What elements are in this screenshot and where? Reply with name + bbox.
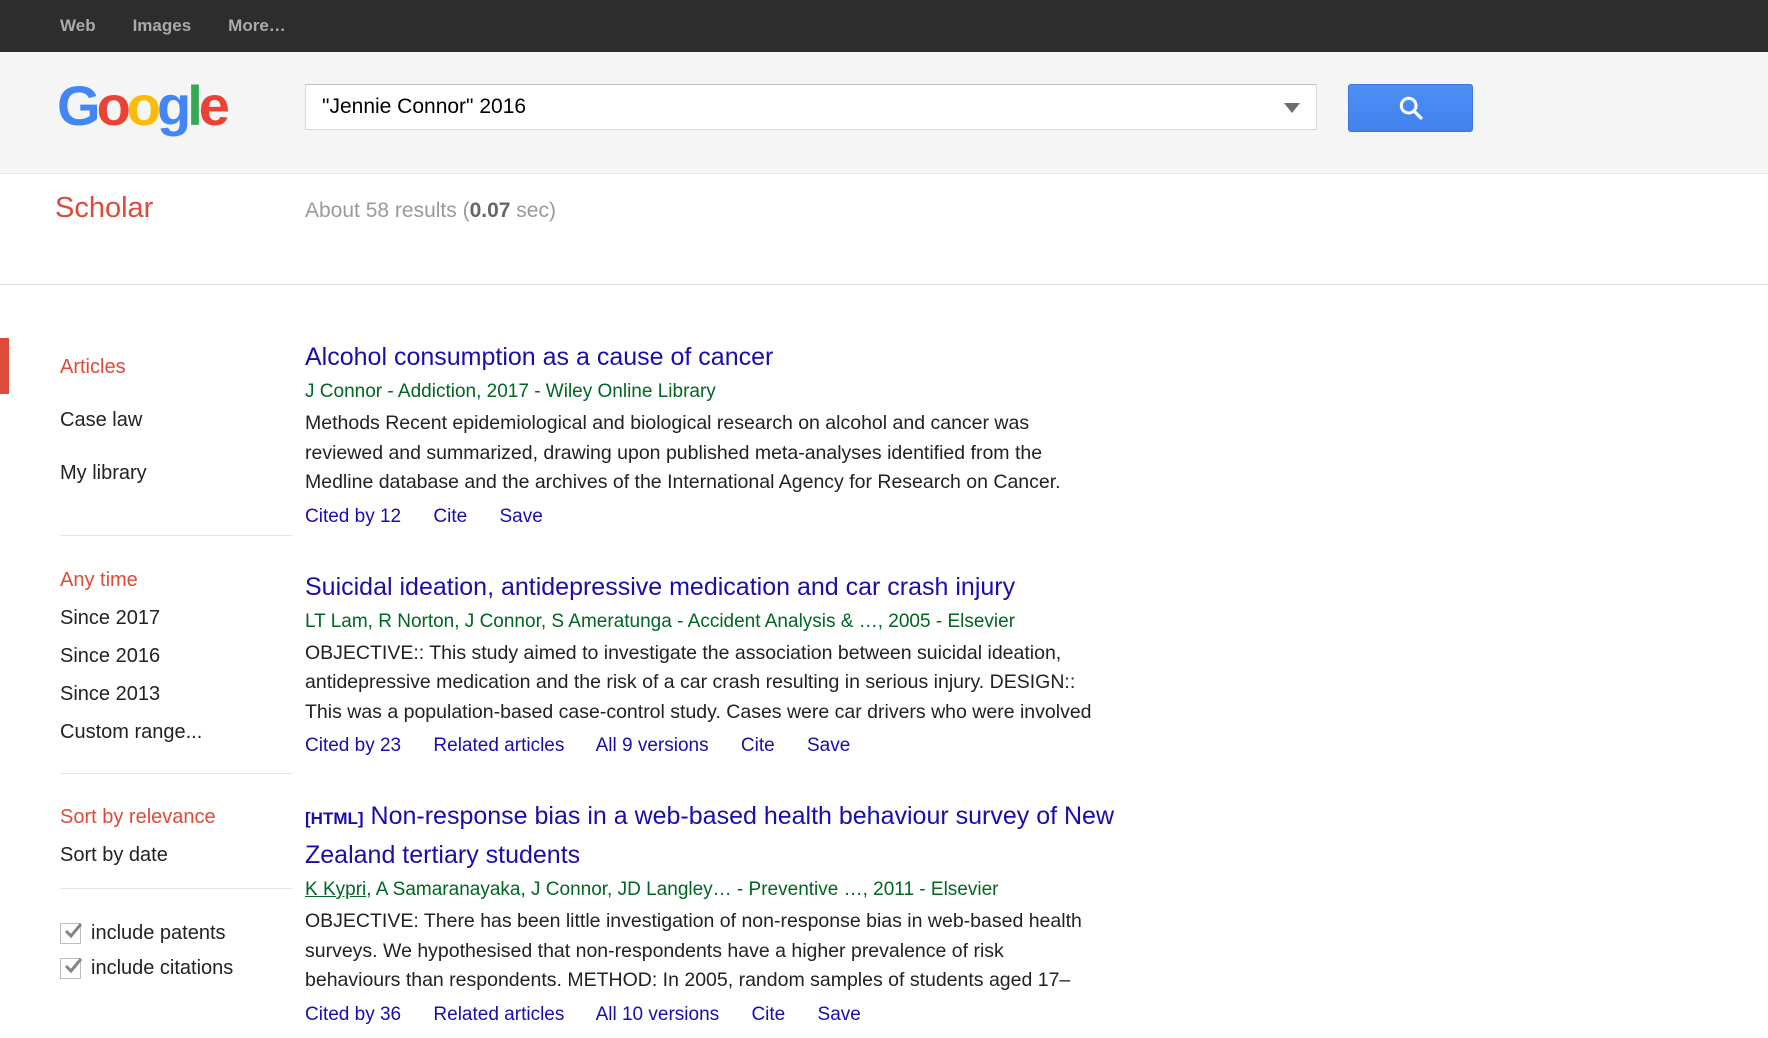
checkmark-icon — [62, 955, 84, 977]
save-link[interactable]: Save — [807, 735, 850, 756]
search-icon — [1397, 94, 1425, 122]
related-articles-link[interactable]: Related articles — [433, 735, 564, 756]
search-header: Google — [0, 52, 1768, 174]
all-versions-link[interactable]: All 9 versions — [596, 735, 709, 756]
sidebar-divider — [60, 773, 293, 774]
result-item: Alcohol consumption as a cause of cancer… — [305, 339, 1345, 529]
include-patents-label: include patents — [91, 922, 226, 945]
include-patents-checkbox[interactable] — [60, 923, 81, 944]
sort-by-relevance[interactable]: Sort by relevance — [60, 806, 305, 829]
include-citations-label: include citations — [91, 957, 233, 980]
top-navigation-bar: Web Images More… — [0, 0, 1768, 52]
all-versions-link[interactable]: All 10 versions — [596, 1004, 720, 1025]
include-patents-option[interactable]: include patents — [60, 922, 305, 945]
main-content: Articles Case law My library Any time Si… — [0, 285, 1768, 1038]
html-format-badge: [HTML] — [305, 809, 364, 828]
filter-since-2017[interactable]: Since 2017 — [60, 607, 305, 630]
google-logo[interactable]: Google — [57, 78, 226, 134]
include-citations-checkbox[interactable] — [60, 958, 81, 979]
filter-custom-range[interactable]: Custom range... — [60, 721, 305, 744]
cite-link[interactable]: Cite — [741, 735, 775, 756]
filter-since-2016[interactable]: Since 2016 — [60, 645, 305, 668]
result-actions: Cited by 23 Related articles All 9 versi… — [305, 734, 1345, 758]
sidebar-divider — [60, 535, 293, 536]
save-link[interactable]: Save — [499, 506, 542, 527]
result-actions: Cited by 12 Cite Save — [305, 505, 1345, 529]
search-input[interactable] — [305, 84, 1317, 130]
result-snippet: Methods Recent epidemiological and biolo… — [305, 409, 1345, 498]
results-list: Alcohol consumption as a cause of cancer… — [305, 285, 1345, 1038]
topnav-web[interactable]: Web — [60, 16, 96, 36]
search-dropdown-arrow-icon[interactable] — [1284, 103, 1300, 113]
sidebar-item-case-law[interactable]: Case law — [60, 409, 305, 432]
cited-by-link[interactable]: Cited by 12 — [305, 506, 401, 527]
result-snippet: OBJECTIVE:: This study aimed to investig… — [305, 639, 1345, 728]
checkmark-icon — [62, 920, 84, 942]
result-actions: Cited by 36 Related articles All 10 vers… — [305, 1003, 1345, 1027]
results-stats: About 58 results (0.07 sec) — [305, 199, 556, 223]
cited-by-link[interactable]: Cited by 36 — [305, 1004, 401, 1025]
result-authors-line: J Connor - Addiction, 2017 - Wiley Onlin… — [305, 380, 1345, 404]
result-title-link[interactable]: [HTML]Non-response bias in a web-based h… — [305, 798, 1345, 873]
cited-by-link[interactable]: Cited by 23 — [305, 735, 401, 756]
filter-any-time[interactable]: Any time — [60, 569, 305, 592]
active-filter-indicator — [0, 338, 9, 394]
result-authors-line: LT Lam, R Norton, J Connor, S Ameratunga… — [305, 610, 1345, 634]
sidebar-item-articles[interactable]: Articles — [60, 356, 305, 379]
scholar-brand-link[interactable]: Scholar — [55, 192, 153, 225]
result-authors-line: K Kypri, A Samaranayaka, J Connor, JD La… — [305, 878, 1345, 902]
results-header: Scholar About 58 results (0.07 sec) — [0, 174, 1768, 285]
topnav-images[interactable]: Images — [133, 16, 192, 36]
sort-by-date[interactable]: Sort by date — [60, 844, 305, 867]
sidebar-item-my-library[interactable]: My library — [60, 462, 305, 485]
cite-link[interactable]: Cite — [751, 1004, 785, 1025]
sidebar-divider — [60, 888, 293, 889]
result-item: Suicidal ideation, antidepressive medica… — [305, 569, 1345, 759]
topnav-more[interactable]: More… — [228, 16, 286, 36]
author-profile-link[interactable]: K Kypri — [305, 879, 366, 900]
save-link[interactable]: Save — [818, 1004, 861, 1025]
search-button[interactable] — [1348, 84, 1473, 132]
result-snippet: OBJECTIVE: There has been little investi… — [305, 907, 1345, 996]
result-title-link[interactable]: Alcohol consumption as a cause of cancer — [305, 339, 1345, 375]
result-item: [HTML]Non-response bias in a web-based h… — [305, 798, 1345, 1027]
related-articles-link[interactable]: Related articles — [433, 1004, 564, 1025]
sidebar-filters: Articles Case law My library Any time Si… — [0, 285, 305, 1038]
search-box — [305, 84, 1317, 130]
include-citations-option[interactable]: include citations — [60, 957, 305, 980]
cite-link[interactable]: Cite — [433, 506, 467, 527]
filter-since-2013[interactable]: Since 2013 — [60, 683, 305, 706]
result-title-link[interactable]: Suicidal ideation, antidepressive medica… — [305, 569, 1345, 605]
